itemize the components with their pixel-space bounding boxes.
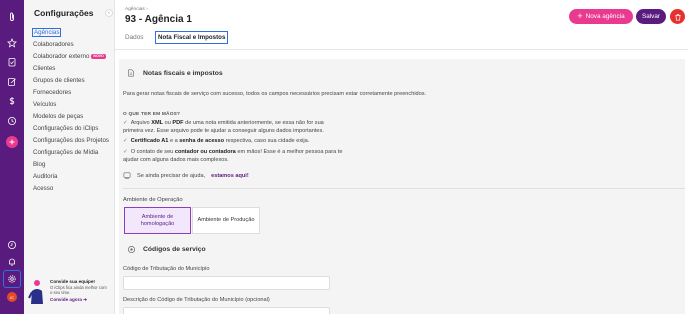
section-divider: [123, 188, 685, 189]
page-title: 93 - Agência 1: [125, 14, 192, 25]
new-badge: NOVO: [91, 53, 106, 59]
form-panel: Notas fiscais e impostos Para gerar nota…: [119, 59, 685, 314]
checklist-item: ✓ Arquivo XML ou PDF de uma nota emitida …: [123, 120, 324, 134]
star-icon[interactable]: [4, 35, 20, 51]
delete-button[interactable]: [670, 9, 685, 24]
sidebar-item-agencias[interactable]: Agências: [31, 27, 109, 39]
invite-team-card: Convide sua equipe! O iClips fica ainda …: [28, 276, 114, 306]
descricao-codigo-input[interactable]: [123, 307, 330, 314]
sidebar-item-colaborador-externo[interactable]: Colaborador externo NOVO: [33, 51, 109, 63]
sidebar-item-modelos-de-pecas[interactable]: Modelos de peças: [33, 111, 109, 123]
time-icon[interactable]: [4, 237, 20, 253]
chevron-left-icon: ‹: [108, 10, 110, 16]
env-option-producao[interactable]: Ambiente de Produção: [192, 207, 260, 234]
dollar-icon[interactable]: [4, 93, 20, 109]
section-header: Notas fiscais e impostos: [127, 69, 223, 77]
new-agency-button[interactable]: + Nova agência: [569, 9, 633, 24]
check-icon: ✓: [123, 138, 128, 144]
codigo-tributacao-input[interactable]: [123, 276, 330, 290]
edit-document-icon[interactable]: [4, 74, 20, 90]
clock-icon[interactable]: [4, 113, 20, 129]
add-icon[interactable]: [6, 136, 18, 148]
settings-sidebar: Configurações ‹ Agências Colaboradores C…: [24, 0, 115, 314]
invite-link[interactable]: Convide agora ➔: [50, 297, 87, 303]
invite-title: Convide sua equipe!: [50, 279, 95, 284]
user-avatar[interactable]: IC: [7, 292, 17, 302]
avatar-initials: IC: [10, 294, 14, 300]
header-divider: [115, 49, 688, 50]
tab-nota-fiscal[interactable]: Nota Fiscal e Impostos: [155, 31, 229, 44]
field-label-descricao-codigo: Descrição do Código de Tributação do Mun…: [123, 297, 270, 303]
invite-text: O iClips fica ainda melhor com o seu tim…: [50, 285, 107, 295]
sidebar-item-auditoria[interactable]: Auditoria: [33, 171, 109, 183]
sidebar-item-config-projetos[interactable]: Configurações dos Projetos: [33, 135, 109, 147]
bell-icon[interactable]: [4, 254, 20, 270]
document-icon: [128, 69, 134, 77]
sidebar-item-clientes[interactable]: Clientes: [33, 63, 109, 75]
sidebar-item-colaboradores[interactable]: Colaboradores: [33, 39, 109, 51]
check-icon: ✓: [123, 120, 128, 126]
breadcrumb[interactable]: Agências ›: [125, 7, 148, 12]
clipboard-check-icon[interactable]: [4, 54, 20, 70]
service-code-icon: [127, 245, 136, 254]
chevron-right-icon: ›: [146, 7, 148, 12]
environment-label: Ambiente de Operação: [123, 197, 183, 203]
icon-rail: IC: [0, 0, 24, 314]
sidebar-menu: Agências Colaboradores Colaborador exter…: [31, 27, 109, 195]
arrow-right-icon: ➔: [83, 297, 88, 302]
field-label-codigo-tributacao: Código de Tributação do Município: [123, 266, 210, 272]
check-icon: ✓: [123, 149, 128, 155]
checklist-title: O QUE TER EM MÃOS?: [123, 112, 181, 117]
checklist-item: ✓ O contato de seu contador ou contadora …: [123, 149, 343, 163]
trash-icon: [674, 13, 681, 21]
intro-text: Para gerar notas fiscais de serviço com …: [123, 91, 427, 97]
collapse-sidebar-button[interactable]: ‹: [105, 9, 113, 17]
sidebar-item-veiculos[interactable]: Veículos: [33, 99, 109, 111]
codes-section-header: Códigos de serviço: [127, 245, 206, 254]
save-button[interactable]: Salvar: [636, 9, 666, 24]
sidebar-title: Configurações: [34, 8, 94, 18]
settings-gear-icon[interactable]: [3, 270, 21, 288]
checklist-item: ✓ Certificado A1 e a senha de acesso resp…: [123, 138, 310, 144]
main-content: Agências › 93 - Agência 1 Dados Nota Fis…: [115, 0, 688, 314]
help-link[interactable]: estamos aqui!: [211, 173, 249, 179]
sidebar-item-grupos-de-clientes[interactable]: Grupos de clientes: [33, 75, 109, 87]
person-illustration-icon: [28, 280, 43, 304]
sidebar-item-config-iclips[interactable]: Configurações do iClips: [33, 123, 109, 135]
env-option-homologacao[interactable]: Ambiente de homologação: [124, 207, 191, 234]
help-line: Se ainda precisar de ajuda, estamos aqui…: [123, 172, 249, 179]
sidebar-item-blog[interactable]: Blog: [33, 159, 109, 171]
video-help-icon: [123, 172, 131, 179]
sidebar-item-fornecedores[interactable]: Fornecedores: [33, 87, 109, 99]
sidebar-item-acesso[interactable]: Acesso: [33, 183, 109, 195]
sidebar-item-config-midia[interactable]: Configurações de Mídia: [33, 147, 109, 159]
paperclip-logo-icon[interactable]: [4, 9, 20, 25]
plus-icon: +: [577, 11, 583, 21]
tab-dados[interactable]: Dados: [125, 31, 143, 45]
